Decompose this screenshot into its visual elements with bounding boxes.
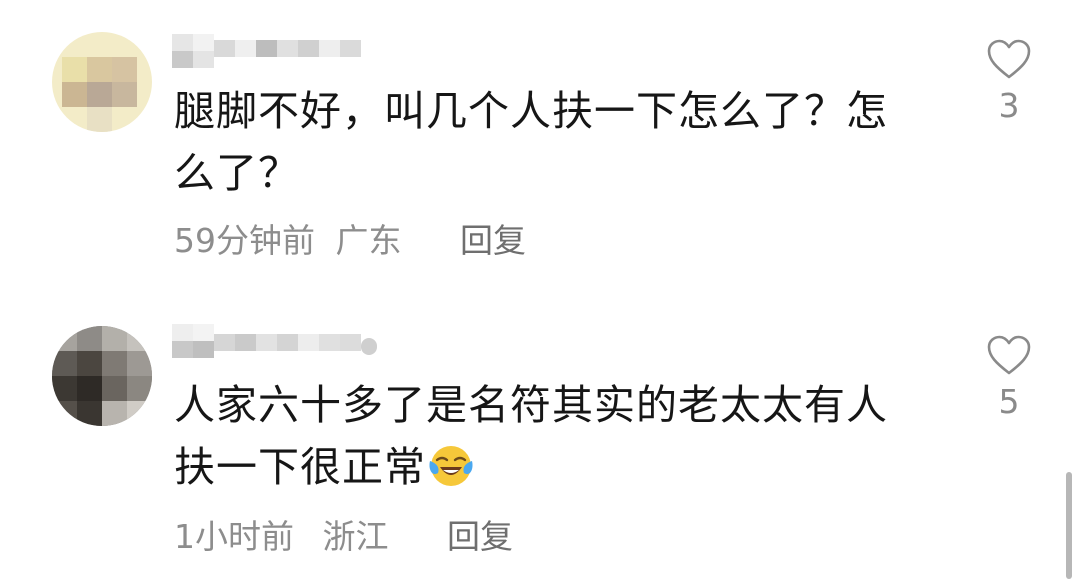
like-count: 5 (998, 382, 1020, 421)
reply-button[interactable]: 回复 (447, 510, 513, 558)
like-button[interactable]: 5 (978, 334, 1040, 421)
like-count: 3 (998, 86, 1020, 125)
like-button[interactable]: 3 (978, 38, 1040, 125)
comment-text-line: 人家六十多了是名符其实的老太太有人 (174, 381, 888, 429)
comment-text: 人家六十多了是名符其实的老太太有人 扶一下很正常 (174, 374, 914, 498)
username-blurred[interactable] (172, 324, 382, 358)
laughing-crying-emoji-icon (429, 446, 473, 486)
username-blurred[interactable] (172, 34, 382, 68)
avatar[interactable] (52, 326, 152, 426)
comment-meta: 59分钟前 广东 回复 (174, 214, 526, 262)
reply-button[interactable]: 回复 (460, 214, 526, 262)
comment-text-line: 么了？ (174, 149, 300, 197)
avatar[interactable] (52, 32, 152, 132)
heart-icon[interactable] (986, 334, 1032, 376)
comment-location: 浙江 (322, 517, 389, 556)
comment-text-line: 腿脚不好，叫几个人扶一下怎么了？怎 (174, 87, 888, 135)
comment-meta: 1小时前 浙江 回复 (174, 510, 513, 558)
heart-icon[interactable] (986, 38, 1032, 80)
comment-time: 59分钟前 (174, 221, 315, 260)
scrollbar[interactable] (1066, 472, 1072, 579)
comment-time: 1小时前 (174, 517, 294, 556)
comment-location: 广东 (335, 221, 402, 260)
comment-text-line-content: 扶一下很正常 (174, 443, 426, 491)
comment-text-line: 扶一下很正常 (174, 436, 914, 498)
comment-text: 腿脚不好，叫几个人扶一下怎么了？怎 么了？ (174, 80, 914, 204)
